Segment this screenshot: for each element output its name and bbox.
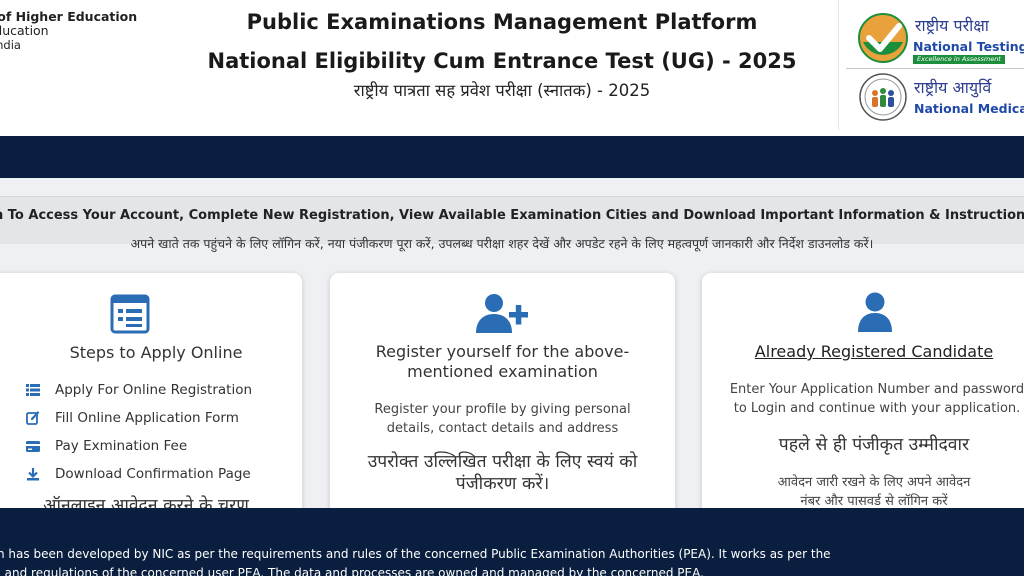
step-apply-registration[interactable]: Apply For Online Registration bbox=[25, 380, 252, 400]
user-plus-icon bbox=[476, 294, 528, 333]
registered-card-text: Enter Your Application Number and passwo… bbox=[729, 382, 1024, 416]
nta-name-english: National Testing bbox=[913, 39, 1024, 54]
info-text-english: n To Access Your Account, Complete New R… bbox=[0, 208, 1024, 223]
header: nt of Higher Education f Education of In… bbox=[0, 0, 1024, 136]
edit-icon bbox=[25, 410, 41, 426]
register-card-text: Register your profile by giving personal… bbox=[374, 402, 631, 436]
register-card[interactable]: Register yourself for the above-mentione… bbox=[330, 273, 675, 508]
step-fill-form[interactable]: Fill Online Application Form bbox=[25, 408, 239, 428]
nmc-name-english: National Medica bbox=[914, 101, 1024, 116]
step-label: Apply For Online Registration bbox=[55, 382, 253, 398]
registered-card-hindi-title: पहले से ही पंजीकृत उम्मीदवार bbox=[778, 435, 970, 455]
registered-card-hindi-text: आवेदन जारी रखने के लिए अपने आवेदन नंबर औ… bbox=[777, 475, 971, 508]
register-card-title: Register yourself for the above-mentione… bbox=[375, 342, 630, 381]
steps-card: Steps to Apply Online Apply For Online R… bbox=[0, 273, 302, 508]
footer: n has been developed by NIC as per the r… bbox=[0, 508, 1024, 576]
register-card-hindi: उपरोक्त उल्लिखित परीक्षा के लिए स्वयं को… bbox=[367, 452, 638, 494]
registered-card[interactable]: Already Registered Candidate Enter Your … bbox=[702, 273, 1024, 508]
info-text-hindi: अपने खाते तक पहुंचने के लिए लॉगिन करें, … bbox=[130, 236, 874, 251]
main-content: n To Access Your Account, Complete New R… bbox=[0, 178, 1024, 508]
step-label: Download Confirmation Page bbox=[55, 466, 251, 482]
form-icon bbox=[110, 294, 150, 334]
navigation-bar bbox=[0, 136, 1024, 178]
nta-tagline: Excellence in Assessment bbox=[913, 55, 1005, 64]
list-icon bbox=[25, 382, 41, 398]
footer-text-line-1: n has been developed by NIC as per the r… bbox=[0, 547, 831, 561]
nta-name-hindi: राष्ट्रीय परीक्षा bbox=[915, 16, 989, 35]
steps-card-hindi: ऑनलाइन आवेदन करने के चरण bbox=[43, 496, 249, 508]
registered-card-title[interactable]: Already Registered Candidate bbox=[702, 342, 1024, 361]
nta-logo-icon[interactable] bbox=[857, 12, 909, 64]
card-icon bbox=[25, 438, 41, 454]
step-label: Fill Online Application Form bbox=[55, 410, 239, 426]
logo-divider bbox=[846, 68, 1024, 69]
step-pay-fee[interactable]: Pay Exmination Fee bbox=[25, 436, 187, 456]
steps-card-title: Steps to Apply Online bbox=[69, 343, 243, 362]
nmc-logo-icon[interactable] bbox=[858, 72, 908, 122]
nmc-name-hindi: राष्ट्रीय आयुर्वि bbox=[914, 78, 992, 97]
user-icon bbox=[858, 292, 892, 332]
step-download-confirmation[interactable]: Download Confirmation Page bbox=[25, 464, 251, 484]
footer-text-line-2: , and regulations of the concerned user … bbox=[0, 566, 704, 576]
step-label: Pay Exmination Fee bbox=[55, 438, 188, 454]
download-icon bbox=[25, 466, 41, 482]
